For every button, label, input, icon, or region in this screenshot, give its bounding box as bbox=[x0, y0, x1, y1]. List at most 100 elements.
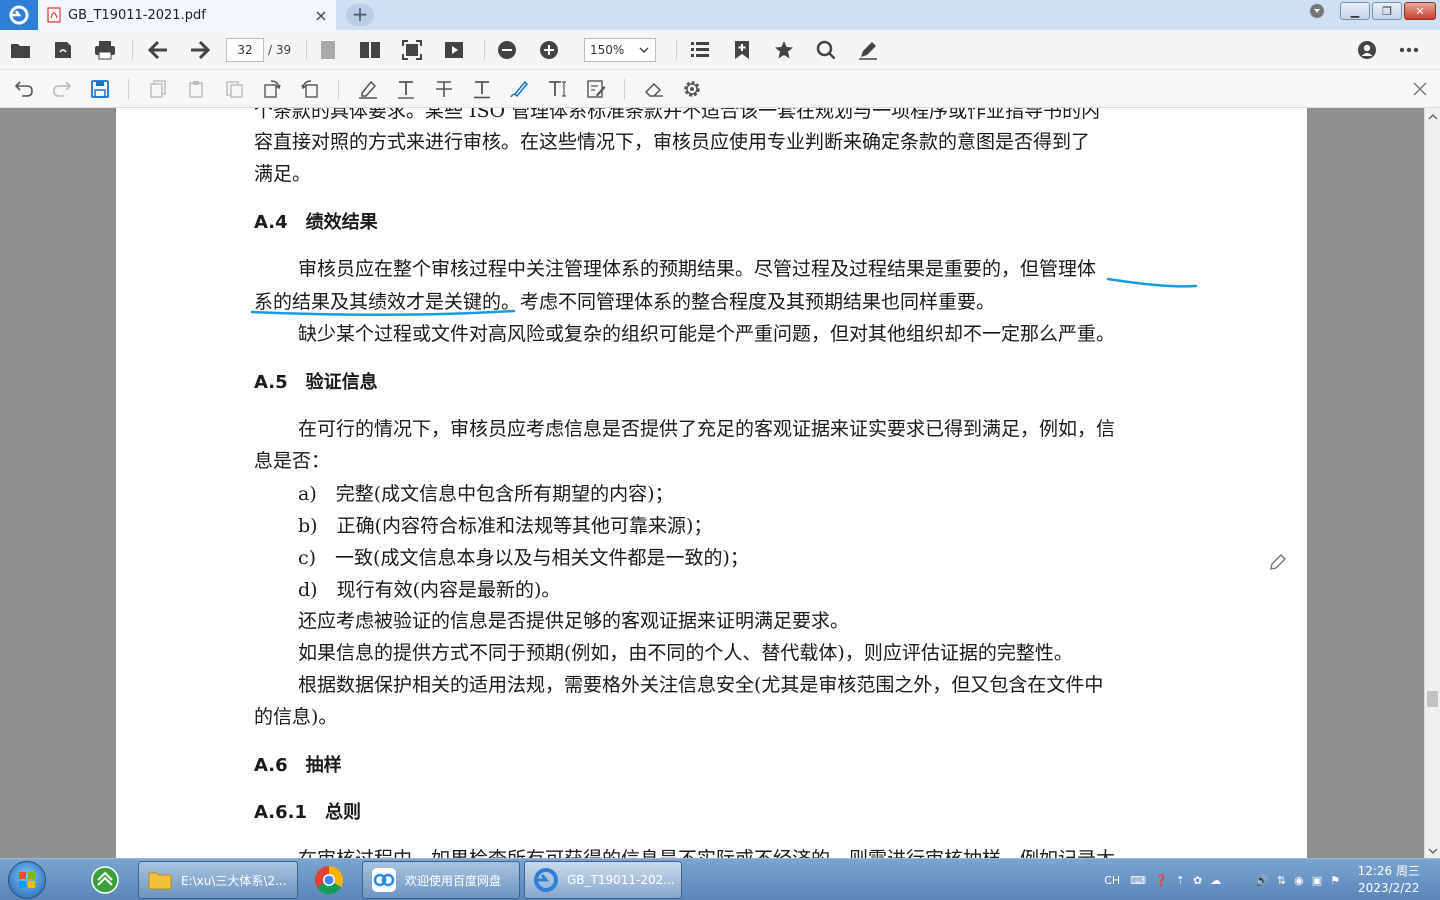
paragraph-line: 如果信息的提供方式不同于预期(例如，由不同的个人、替代载体)，则应评估证据的完整… bbox=[298, 642, 1073, 664]
section-heading: A.6 抽样 bbox=[254, 755, 342, 776]
cloud-sync-icon[interactable]: ☁ bbox=[1210, 874, 1221, 887]
text-line: 个条款的具体要求。某些 ISO 管理体系标准条款并不适合该一套在规划与一项程序或… bbox=[254, 108, 1101, 122]
undo-icon[interactable] bbox=[12, 77, 36, 101]
section-heading: A.5 验证信息 bbox=[254, 372, 378, 393]
input-language[interactable]: CH bbox=[1104, 874, 1120, 887]
annotate-pen-icon[interactable] bbox=[856, 38, 880, 62]
clock-time: 12:26 周三 bbox=[1357, 864, 1420, 878]
pdf-file-icon bbox=[46, 7, 62, 23]
underline-icon[interactable] bbox=[470, 77, 494, 101]
scroll-thumb[interactable] bbox=[1427, 691, 1438, 707]
clock[interactable]: 12:26 周三 2023/2/22 bbox=[1358, 863, 1420, 897]
new-tab-button[interactable]: + bbox=[346, 4, 374, 26]
main-toolbar: 32 / 39 150% bbox=[0, 30, 1440, 70]
paragraph-line: 的信息)。 bbox=[254, 706, 338, 728]
window-controls: ▁ ❐ ✕ bbox=[1310, 2, 1436, 20]
text-insert-icon[interactable] bbox=[394, 77, 418, 101]
next-page-icon[interactable] bbox=[188, 38, 212, 62]
volume-icon[interactable]: 🔊 bbox=[1255, 874, 1269, 887]
text-line: 容直接对照的方式来进行审核。在这些情况下，审核员应使用专业判断来确定条款的意图是… bbox=[254, 131, 1091, 153]
sign-edit-icon[interactable] bbox=[584, 77, 608, 101]
favorite-star-icon[interactable] bbox=[772, 38, 796, 62]
minimize-button[interactable]: ▁ bbox=[1340, 2, 1370, 20]
taskbar-baidu-netdisk[interactable]: 欢迎使用百度网盘 bbox=[362, 861, 520, 899]
taskbar-explorer-label: E:\xu\三大体系\2... bbox=[181, 873, 287, 888]
action-center-flag-icon[interactable]: ⚑ bbox=[1330, 874, 1340, 887]
paragraph-line: 缺少某个过程或文件对高风险或复杂的组织可能是个严重问题，但对其他组织却不一定那么… bbox=[298, 323, 1116, 345]
document-viewport[interactable]: 个条款的具体要求。某些 ISO 管理体系标准条款并不适合该一套在规划与一项程序或… bbox=[0, 108, 1424, 858]
page-number-input[interactable]: 32 bbox=[226, 38, 264, 62]
single-page-icon[interactable] bbox=[316, 38, 340, 62]
print-icon[interactable] bbox=[93, 38, 117, 62]
windows-taskbar: E:\xu\三大体系\2... 欢迎使用百度网盘 GB_T19011-202..… bbox=[0, 858, 1440, 900]
pdf-page: 个条款的具体要求。某些 ISO 管理体系标准条款并不适合该一套在规划与一项程序或… bbox=[116, 108, 1307, 858]
save-icon[interactable] bbox=[88, 77, 112, 101]
search-icon[interactable] bbox=[814, 38, 838, 62]
pdf-reader-icon bbox=[534, 868, 558, 892]
rotate-right-icon[interactable] bbox=[298, 77, 322, 101]
close-window-button[interactable]: ✕ bbox=[1404, 2, 1436, 20]
folder-icon bbox=[148, 872, 172, 890]
two-page-icon[interactable] bbox=[358, 38, 382, 62]
highlight-icon[interactable] bbox=[356, 77, 380, 101]
more-options-icon[interactable] bbox=[1397, 38, 1421, 62]
app-logo-icon[interactable] bbox=[0, 0, 38, 30]
outline-list-icon[interactable] bbox=[688, 38, 712, 62]
skin-dropdown-icon[interactable] bbox=[1310, 4, 1324, 18]
chevron-down-icon bbox=[639, 47, 649, 54]
previous-page-icon[interactable] bbox=[146, 38, 170, 62]
redo-icon[interactable] bbox=[50, 77, 74, 101]
paragraph-line: 息是否： bbox=[254, 450, 331, 472]
add-bookmark-icon[interactable] bbox=[730, 38, 754, 62]
paragraph-line: 根据数据保护相关的适用法规，需要格外关注信息安全(尤其是审核范围之外，但又包含在… bbox=[298, 674, 1104, 696]
fit-page-icon[interactable] bbox=[400, 38, 424, 62]
eraser-icon[interactable] bbox=[642, 77, 666, 101]
update-manager-icon[interactable] bbox=[82, 861, 128, 899]
ime-options-icon[interactable]: ⇡ bbox=[1176, 874, 1185, 887]
display-icon[interactable]: ▣ bbox=[1312, 874, 1322, 887]
duplicate-page-icon[interactable] bbox=[222, 77, 246, 101]
paragraph-line: 还应考虑被验证的信息是否提供足够的客观证据来证明满足要求。 bbox=[298, 610, 850, 632]
rotate-left-icon[interactable] bbox=[260, 77, 284, 101]
chrome-icon[interactable] bbox=[306, 861, 352, 899]
pencil-edit-icon[interactable] bbox=[1268, 552, 1290, 574]
strikethrough-icon[interactable] bbox=[432, 77, 456, 101]
taskbar-pdf-reader[interactable]: GB_T19011-202... bbox=[524, 861, 682, 899]
paste-page-icon[interactable] bbox=[184, 77, 208, 101]
settings-gear-icon[interactable] bbox=[680, 77, 704, 101]
scroll-up-icon[interactable] bbox=[1428, 112, 1438, 122]
cloud-save-icon[interactable] bbox=[51, 38, 75, 62]
tray-app-icon[interactable]: ✿ bbox=[1193, 874, 1202, 887]
baidu-netdisk-icon bbox=[372, 868, 396, 892]
underline-annotation[interactable] bbox=[246, 268, 1206, 318]
scroll-down-icon[interactable] bbox=[1428, 846, 1438, 856]
close-tab-icon[interactable]: × bbox=[310, 4, 332, 26]
help-icon[interactable]: ❓ bbox=[1154, 874, 1168, 887]
network-icon[interactable]: ⇅ bbox=[1277, 874, 1286, 887]
keyboard-icon[interactable]: ⌨ bbox=[1130, 874, 1146, 887]
zoom-in-icon[interactable] bbox=[537, 38, 561, 62]
zoom-out-icon[interactable] bbox=[495, 38, 519, 62]
tab-title: GB_T19011-2021.pdf bbox=[68, 7, 206, 23]
restore-button[interactable]: ❐ bbox=[1372, 2, 1402, 20]
clock-date: 2023/2/22 bbox=[1358, 881, 1420, 895]
start-button[interactable] bbox=[8, 861, 46, 899]
copy-page-icon[interactable] bbox=[146, 77, 170, 101]
close-toolbar-icon[interactable] bbox=[1408, 77, 1432, 101]
freehand-draw-icon[interactable] bbox=[508, 77, 532, 101]
open-folder-icon[interactable] bbox=[9, 38, 33, 62]
taskbar-explorer[interactable]: E:\xu\三大体系\2... bbox=[138, 861, 298, 899]
list-item: a) 完整(成文信息中包含所有期望的内容)； bbox=[298, 483, 674, 505]
edit-toolbar bbox=[0, 70, 1440, 108]
user-account-icon[interactable] bbox=[1355, 38, 1379, 62]
text-box-icon[interactable] bbox=[546, 77, 570, 101]
section-heading: A.6.1 总则 bbox=[254, 802, 361, 823]
vertical-scrollbar[interactable] bbox=[1424, 108, 1440, 858]
page-total: / 39 bbox=[268, 43, 292, 57]
slideshow-icon[interactable] bbox=[442, 38, 466, 62]
zoom-select[interactable]: 150% bbox=[584, 38, 656, 62]
list-item: c) 一致(成文信息本身以及与相关文件都是一致的)； bbox=[298, 547, 749, 569]
document-tab[interactable]: GB_T19011-2021.pdf × bbox=[38, 0, 336, 30]
security-icon[interactable]: ◉ bbox=[1294, 874, 1304, 887]
windows-logo-icon bbox=[19, 872, 35, 888]
